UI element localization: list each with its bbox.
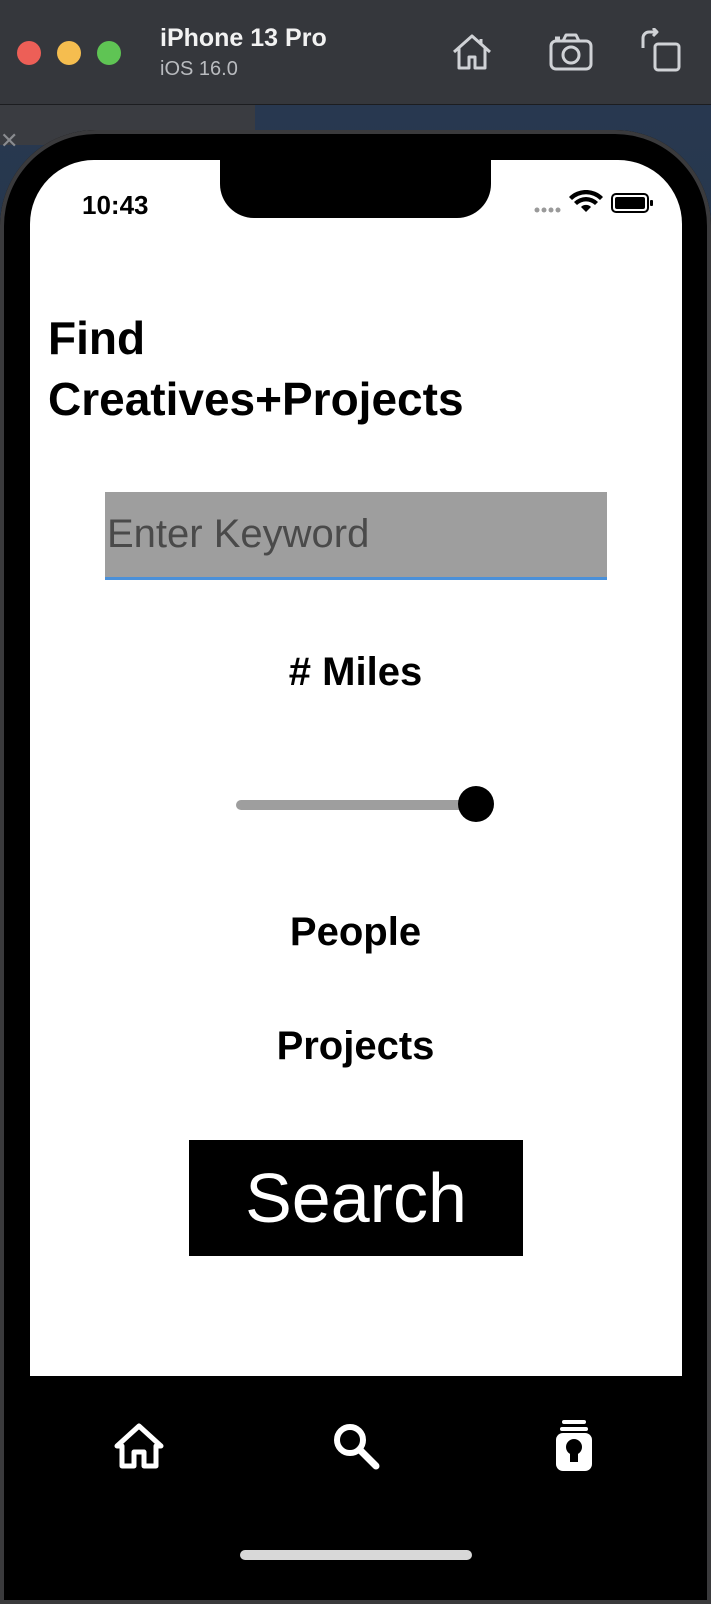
device-name: iPhone 13 Pro <box>160 24 327 52</box>
os-version: iOS 16.0 <box>160 58 238 80</box>
page-title: Find Creatives+Projects <box>48 312 464 425</box>
simulator-titlebar: iPhone 13 Pro iOS 16.0 <box>0 0 711 105</box>
home-indicator[interactable] <box>240 1550 472 1560</box>
background-close-icon: ✕ <box>0 128 19 153</box>
search-button[interactable]: Search <box>189 1140 523 1256</box>
signal-dots-icon <box>534 207 561 213</box>
battery-icon <box>611 193 653 213</box>
miles-label: # Miles <box>288 650 423 694</box>
home-icon <box>114 1423 164 1469</box>
home-icon[interactable] <box>448 28 496 76</box>
screenshot-icon[interactable] <box>547 28 595 76</box>
simulator-window: iPhone 13 Pro iOS 16.0 ✕ 10:43 Find Crea… <box>0 0 711 1604</box>
search-icon <box>334 1424 380 1470</box>
wifi-icon <box>569 189 603 212</box>
status-icons <box>534 189 654 220</box>
rotate-icon[interactable] <box>637 26 685 76</box>
status-time: 10:43 <box>82 190 149 220</box>
zoom-window-button[interactable] <box>97 41 121 65</box>
miles-slider[interactable] <box>236 786 494 822</box>
tab-ideas[interactable] <box>546 1418 602 1474</box>
slider-thumb[interactable] <box>458 786 494 822</box>
minimize-window-button[interactable] <box>57 41 81 65</box>
lightbulb-jar-icon <box>556 1420 592 1471</box>
close-window-button[interactable] <box>17 41 41 65</box>
people-option[interactable]: People <box>0 910 711 955</box>
tab-home[interactable] <box>111 1418 167 1474</box>
device-notch <box>220 160 491 218</box>
slider-track[interactable] <box>236 800 476 810</box>
projects-option[interactable]: Projects <box>0 1024 711 1069</box>
status-icons-svg <box>534 189 653 213</box>
tab-search[interactable] <box>328 1418 384 1474</box>
keyword-search-input[interactable] <box>105 492 607 580</box>
